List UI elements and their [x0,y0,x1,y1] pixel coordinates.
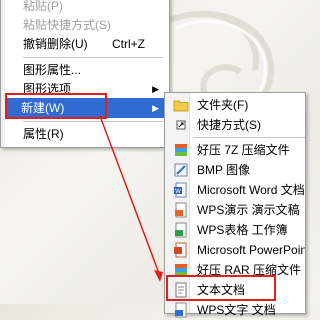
wps-document-icon [175,302,187,318]
submenu-item-label: WPS文字 文档 [197,303,276,317]
annotation-arrow [99,115,163,282]
